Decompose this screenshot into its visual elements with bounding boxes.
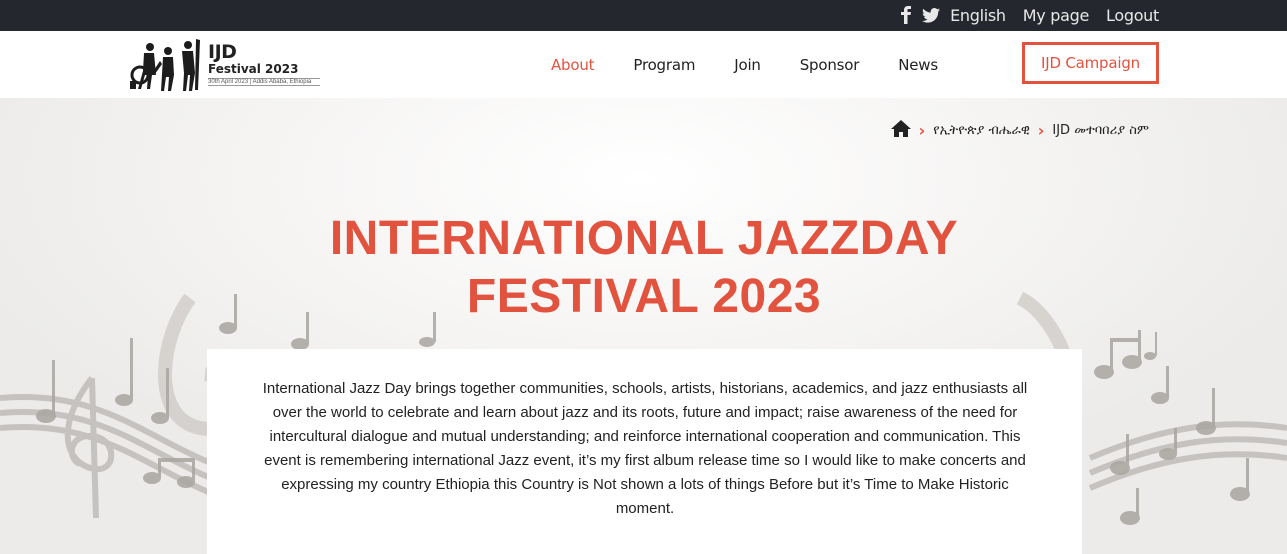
ijd-campaign-button[interactable]: IJD Campaign <box>1022 42 1159 84</box>
description-card: International Jazz Day brings together c… <box>207 349 1082 554</box>
description-text: International Jazz Day brings together c… <box>262 380 1028 517</box>
facebook-icon[interactable] <box>900 6 912 29</box>
nav-program[interactable]: Program <box>633 56 695 74</box>
jazz-band-logo-icon <box>130 39 200 91</box>
main-nav: About Program Join Sponsor News <box>551 31 977 98</box>
hero-section: › የኢትዮጵያ ብሔራዊ › IJD መተባበሪያ ስም INTERNATIO… <box>0 98 1287 554</box>
my-page-link[interactable]: My page <box>1023 6 1090 25</box>
account-links: English My page Logout <box>950 6 1159 25</box>
home-icon[interactable] <box>890 120 911 141</box>
breadcrumb-item[interactable]: የኢትዮጵያ ብሔራዊ <box>933 123 1030 138</box>
page-title: INTERNATIONAL JAZZDAY FESTIVAL 2023 <box>294 210 994 326</box>
twitter-icon[interactable] <box>922 7 940 28</box>
site-header: IJD Festival 2023 30th April 2023 | Addi… <box>0 31 1287 98</box>
nav-about[interactable]: About <box>551 56 595 74</box>
social-links <box>900 6 940 29</box>
title-line-1: INTERNATIONAL JAZZDAY <box>329 212 959 265</box>
nav-news[interactable]: News <box>898 56 938 74</box>
site-logo[interactable]: IJD Festival 2023 30th April 2023 | Addi… <box>130 37 320 93</box>
chevron-right-icon: › <box>918 121 926 140</box>
logo-date: 30th April 2023 | Addis Ababa, Ethiopia <box>208 78 320 86</box>
nav-sponsor[interactable]: Sponsor <box>800 56 860 74</box>
title-line-2: FESTIVAL 2023 <box>466 270 822 323</box>
logo-festival: Festival 2023 <box>208 62 299 76</box>
chevron-right-icon: › <box>1037 121 1045 140</box>
top-bar: English My page Logout <box>0 0 1287 31</box>
logo-brand: IJD <box>208 41 237 63</box>
breadcrumb: › የኢትዮጵያ ብሔራዊ › IJD መተባበሪያ ስም <box>890 120 1149 141</box>
nav-join[interactable]: Join <box>734 56 761 74</box>
breadcrumb-current: IJD መተባበሪያ ስም <box>1052 123 1149 138</box>
language-link[interactable]: English <box>950 6 1006 25</box>
logout-link[interactable]: Logout <box>1106 6 1159 25</box>
